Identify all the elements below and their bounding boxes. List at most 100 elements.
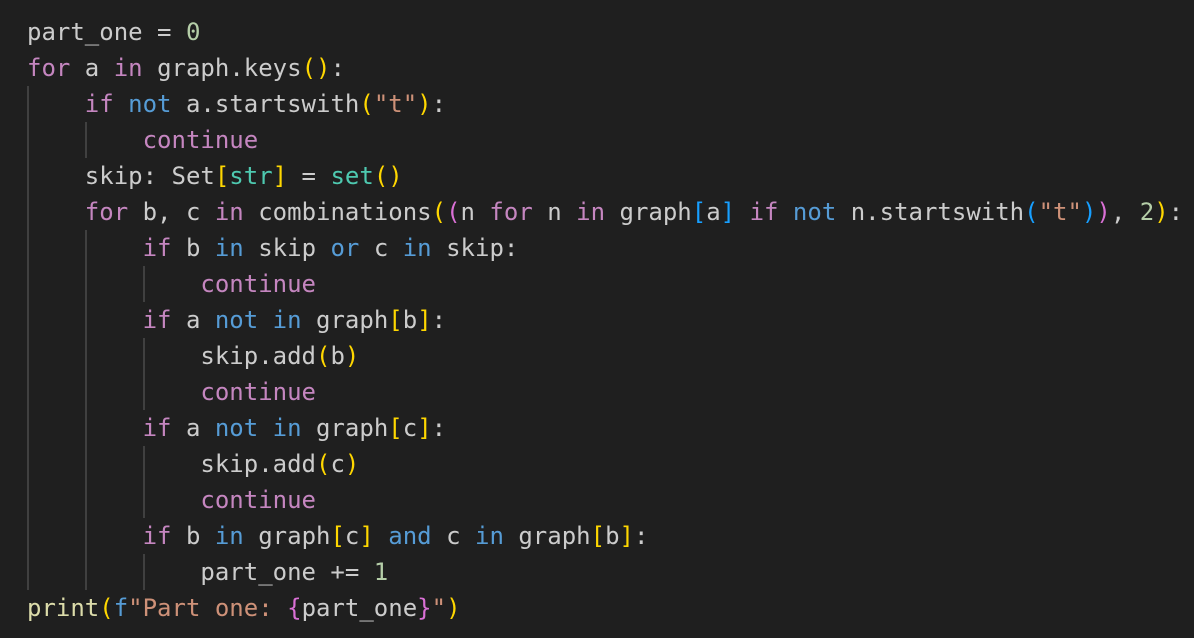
code-line[interactable]: if b in graph[c] and c in graph[b]: (27, 518, 1183, 554)
code-token-kw-ctrl: in (214, 198, 244, 226)
code-token-var (735, 198, 749, 226)
code-token-kw: in (272, 414, 302, 442)
code-token-var: b (171, 234, 215, 262)
code-token-var: c (431, 522, 475, 550)
code-token-str: "t" (373, 90, 418, 118)
code-token-br1: ] (619, 522, 634, 550)
code-token-br2: ) (1096, 198, 1111, 226)
code-token-kw: in (214, 234, 244, 262)
code-token-br1: ( (315, 342, 331, 370)
code-token-br3: ] (720, 198, 736, 226)
code-token-br2: } (417, 594, 432, 622)
code-token-var (258, 414, 272, 442)
code-token-var: c (344, 522, 360, 550)
code-token-br1: [ (330, 522, 345, 550)
code-token-kw: and (388, 522, 432, 550)
code-line[interactable]: if a not in graph[c]: (27, 410, 1183, 446)
code-token-var: combinations (243, 198, 432, 226)
code-line[interactable]: skip.add(b) (27, 338, 1183, 374)
code-token-br1: ) (344, 450, 360, 478)
code-token-var: skip.add (200, 342, 316, 370)
code-token-kw-ctrl: for (489, 198, 533, 226)
code-token-br1: () (373, 162, 403, 190)
code-token-type: set (330, 162, 374, 190)
code-token-var: graph (301, 414, 389, 442)
code-token-var: a (70, 54, 114, 82)
code-line[interactable]: if b in skip or c in skip: (27, 230, 1183, 266)
code-token-var: b (330, 342, 345, 370)
code-token-br3: [ (691, 198, 707, 226)
code-token-kw: not (128, 90, 172, 118)
code-token-br1: [ (590, 522, 606, 550)
code-line[interactable]: continue (27, 122, 1183, 158)
code-token-kw-ctrl: in (576, 198, 606, 226)
code-token-fn: print (27, 594, 100, 622)
code-token-var (778, 198, 792, 226)
code-token-var: n (532, 198, 577, 226)
code-token-fstr-kw: f (113, 594, 129, 622)
code-token-br1: ) (1154, 198, 1169, 226)
code-token-var: b (402, 306, 418, 334)
code-token-var: : (431, 306, 447, 334)
code-line[interactable]: part_one += 1 (27, 554, 1183, 590)
code-line[interactable]: skip.add(c) (27, 446, 1183, 482)
code-token-var: skip: (431, 234, 519, 262)
code-line[interactable]: if a not in graph[b]: (27, 302, 1183, 338)
code-token-var: part_one (27, 18, 143, 46)
code-token-br1: [ (388, 306, 403, 334)
code-token-br1: ] (417, 414, 432, 442)
code-area[interactable]: part_one = 0 for a in graph.keys(): if no… (27, 14, 1183, 626)
code-token-kw: not (214, 306, 259, 334)
code-token-kw: in (402, 234, 432, 262)
code-token-br3: ) (1081, 198, 1097, 226)
code-line[interactable]: skip: Set[str] = set() (27, 158, 1183, 194)
code-token-var: n.startswith (836, 198, 1025, 226)
code-token-var: n (460, 198, 490, 226)
code-token-br2: ( (446, 198, 461, 226)
code-token-kw-ctrl: in (113, 54, 143, 82)
code-token-br3: ( (1024, 198, 1039, 226)
code-token-var: a (706, 198, 721, 226)
code-token-var: graph (301, 306, 389, 334)
code-line[interactable]: print(f"Part one: {part_one}") (27, 590, 1183, 626)
code-token-var: : (633, 522, 649, 550)
code-line[interactable]: part_one = 0 (27, 14, 1183, 50)
code-token-var: a (171, 414, 215, 442)
code-line[interactable]: if not a.startswith("t"): (27, 86, 1183, 122)
code-token-var (374, 522, 388, 550)
code-token-br1: ] (359, 522, 374, 550)
code-line[interactable]: continue (27, 266, 1183, 302)
code-token-kw-ctrl: if (84, 90, 114, 118)
code-line[interactable]: continue (27, 374, 1183, 410)
code-token-type: str (229, 162, 273, 190)
code-token-var: : (330, 54, 345, 82)
code-token-kw-ctrl: continue (200, 378, 316, 406)
code-token-kw-ctrl: if (142, 306, 172, 334)
code-token-kw-ctrl: continue (142, 126, 259, 154)
code-token-var: = (142, 18, 186, 46)
code-line[interactable]: for b, c in combinations((n for n in gra… (27, 194, 1183, 230)
code-line[interactable]: continue (27, 482, 1183, 518)
code-token-var: skip.add (200, 450, 316, 478)
code-token-br1: ( (99, 594, 114, 622)
code-token-br1: ) (417, 90, 432, 118)
code-token-str: " (431, 594, 447, 622)
code-token-br1: ] (272, 162, 288, 190)
code-line[interactable]: for a in graph.keys(): (27, 50, 1183, 86)
code-editor[interactable]: part_one = 0 for a in graph.keys(): if no… (0, 0, 1194, 638)
code-token-var: graph (503, 522, 591, 550)
code-token-kw-ctrl: if (749, 198, 779, 226)
code-token-var: graph.keys (142, 54, 302, 82)
code-token-str: "t" (1038, 198, 1082, 226)
code-token-br1: ( (315, 450, 331, 478)
code-token-kw-ctrl: continue (200, 270, 316, 298)
code-token-var: c (330, 450, 345, 478)
code-token-num: 2 (1139, 198, 1155, 226)
